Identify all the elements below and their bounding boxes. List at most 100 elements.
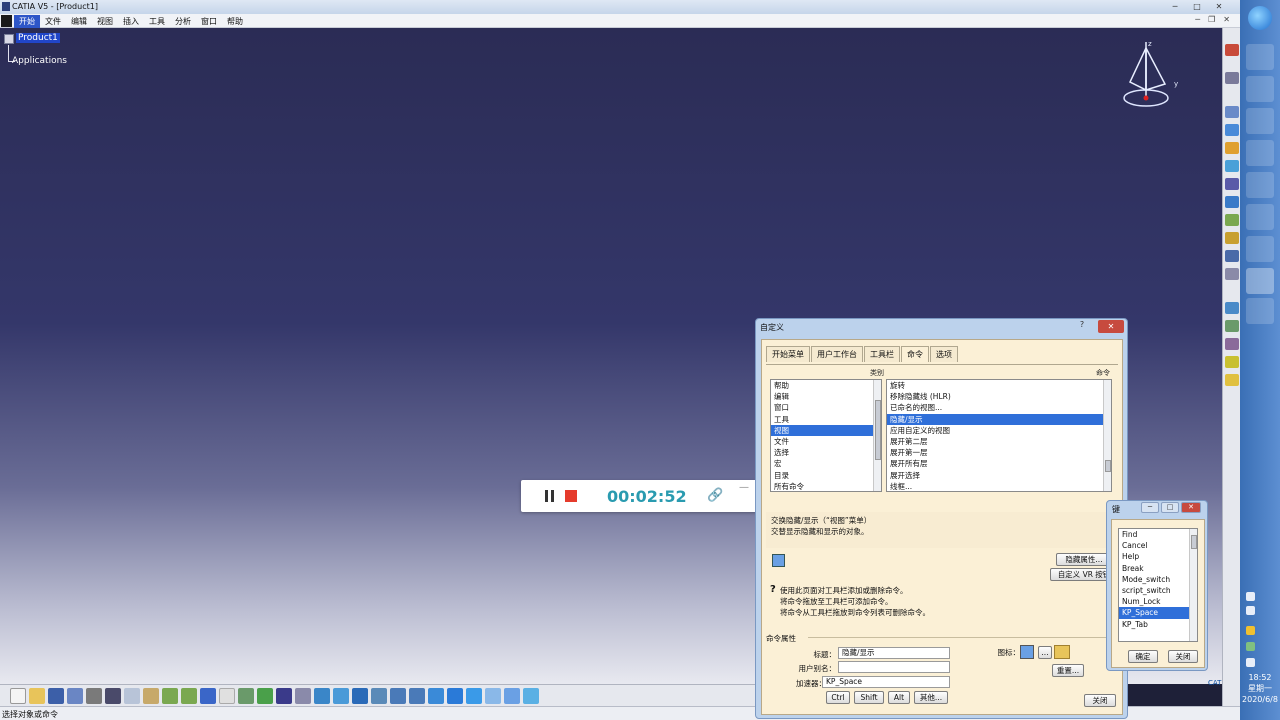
- zoom-out-icon[interactable]: [409, 688, 425, 704]
- category-item[interactable]: 帮助: [771, 380, 881, 391]
- tool-icon-15[interactable]: [1225, 338, 1239, 350]
- taskbar-app-icon[interactable]: [1246, 140, 1274, 166]
- menu-analysis[interactable]: 分析: [170, 15, 196, 28]
- accelerator-field[interactable]: KP_Space: [822, 676, 950, 688]
- key-item[interactable]: Break: [1119, 563, 1197, 574]
- keys-maximize-button[interactable]: □: [1161, 502, 1179, 513]
- tool-icon-10[interactable]: [1225, 232, 1239, 244]
- tool-icon-9[interactable]: [1225, 214, 1239, 226]
- tab-start-menu[interactable]: 开始菜单: [766, 346, 810, 362]
- save-all-icon[interactable]: [67, 688, 83, 704]
- quick-view-icon[interactable]: [447, 688, 463, 704]
- shift-button[interactable]: Shift: [854, 691, 884, 704]
- reset-button[interactable]: 重置...: [1052, 664, 1084, 677]
- menu-view[interactable]: 视图: [92, 15, 118, 28]
- taskbar-explorer-icon[interactable]: [1246, 44, 1274, 70]
- macro-icon[interactable]: [295, 688, 311, 704]
- undo-icon[interactable]: [162, 688, 178, 704]
- taskbar-clock[interactable]: 18:52 星期一 2020/6/8: [1240, 672, 1280, 705]
- command-item[interactable]: 应用自定义的视图: [887, 425, 1111, 436]
- key-item[interactable]: Help: [1119, 551, 1197, 562]
- tree-root-label[interactable]: Product1: [16, 33, 60, 43]
- tool-icon-11[interactable]: [1225, 250, 1239, 262]
- category-item[interactable]: 编辑: [771, 391, 881, 402]
- fly-icon[interactable]: [314, 688, 330, 704]
- swap-visible-space-icon[interactable]: [504, 688, 520, 704]
- menu-insert[interactable]: 插入: [118, 15, 144, 28]
- key-item-selected[interactable]: KP_Space: [1119, 607, 1197, 619]
- pause-icon[interactable]: [545, 490, 554, 502]
- tray-icon-3[interactable]: [1246, 626, 1255, 635]
- category-item[interactable]: 文件: [771, 436, 881, 447]
- taskbar-archive-icon[interactable]: [1246, 108, 1274, 134]
- keys-close-icon[interactable]: ✕: [1181, 502, 1201, 513]
- start-button[interactable]: [1248, 6, 1272, 30]
- keys-scrollbar[interactable]: [1189, 529, 1197, 641]
- category-item-selected[interactable]: 视图: [771, 424, 881, 436]
- key-item[interactable]: script_switch: [1119, 585, 1197, 596]
- stop-icon[interactable]: [565, 490, 577, 502]
- tool-icon-3[interactable]: [1225, 106, 1239, 118]
- close-button[interactable]: ✕: [1212, 1, 1226, 12]
- cut-icon[interactable]: [105, 688, 121, 704]
- help-icon[interactable]: [200, 688, 216, 704]
- pan-icon[interactable]: [352, 688, 368, 704]
- menu-tools[interactable]: 工具: [144, 15, 170, 28]
- tool-icon-2[interactable]: [1225, 72, 1239, 84]
- commands-scrollbar[interactable]: [1103, 380, 1111, 491]
- command-item[interactable]: 旋转: [887, 380, 1111, 391]
- command-item[interactable]: 展开选择: [887, 470, 1111, 481]
- taskbar-catia-icon[interactable]: [1246, 268, 1274, 294]
- print-icon[interactable]: [86, 688, 102, 704]
- link-icon[interactable]: 🔗: [707, 488, 723, 503]
- minimize-button[interactable]: ─: [1168, 1, 1182, 12]
- menu-window[interactable]: 窗口: [196, 15, 222, 28]
- tool-icon-6[interactable]: [1225, 160, 1239, 172]
- command-item[interactable]: 展开第二层: [887, 436, 1111, 447]
- taskbar-draw-icon[interactable]: [1246, 172, 1274, 198]
- user-alias-field[interactable]: [838, 661, 950, 673]
- menu-start[interactable]: 开始: [14, 15, 40, 28]
- tool-icon-4[interactable]: [1225, 124, 1239, 136]
- maximize-button[interactable]: □: [1190, 1, 1204, 12]
- fit-all-icon[interactable]: [333, 688, 349, 704]
- key-item[interactable]: Cancel: [1119, 540, 1197, 551]
- folder-icon[interactable]: [1054, 645, 1070, 659]
- title-field[interactable]: 隐藏/显示: [838, 647, 950, 659]
- shading-icon[interactable]: [466, 688, 482, 704]
- category-item[interactable]: 窗口: [771, 402, 881, 413]
- save-icon[interactable]: [48, 688, 64, 704]
- tray-icon-1[interactable]: [1246, 592, 1255, 601]
- key-item[interactable]: KP_Tab: [1119, 619, 1197, 630]
- taskbar-notes-icon[interactable]: [1246, 204, 1274, 230]
- commands-list[interactable]: 旋转 移除隐藏线 (HLR) 已命名的视图... 隐藏/显示 应用自定义的视图 …: [886, 379, 1112, 492]
- formula-icon[interactable]: [219, 688, 235, 704]
- ctrl-button[interactable]: Ctrl: [826, 691, 850, 704]
- doc-restore-button[interactable]: ❐: [1208, 15, 1215, 24]
- tray-icon-2[interactable]: [1246, 606, 1255, 615]
- category-item[interactable]: 所有命令: [771, 481, 881, 491]
- tray-icon-5[interactable]: [1246, 658, 1255, 667]
- tool-icon-14[interactable]: [1225, 320, 1239, 332]
- improve-view-icon[interactable]: [523, 688, 539, 704]
- hide-show-icon[interactable]: [485, 688, 501, 704]
- taskbar-browser-icon[interactable]: [1246, 76, 1274, 102]
- sensor-icon[interactable]: [257, 688, 273, 704]
- browse-icon-button[interactable]: ...: [1038, 646, 1052, 659]
- command-item[interactable]: 展开第一层: [887, 447, 1111, 458]
- tool-icon-1[interactable]: [1225, 44, 1239, 56]
- keys-ok-button[interactable]: 确定: [1128, 650, 1158, 663]
- category-item[interactable]: 选择: [771, 447, 881, 458]
- menu-file[interactable]: 文件: [40, 15, 66, 28]
- tab-commands[interactable]: 命令: [901, 346, 929, 362]
- customize-close-dialog-button[interactable]: 关闭: [1084, 694, 1116, 707]
- lightbulb-icon[interactable]: [1225, 374, 1239, 386]
- doc-minimize-button[interactable]: ─: [1195, 15, 1200, 24]
- category-item[interactable]: 目录: [771, 470, 881, 481]
- tool-icon-13[interactable]: [1225, 302, 1239, 314]
- key-item[interactable]: Find: [1119, 529, 1197, 540]
- tab-toolbars[interactable]: 工具栏: [864, 346, 900, 362]
- catalog-icon[interactable]: [276, 688, 292, 704]
- help-icon[interactable]: ?: [1074, 320, 1090, 332]
- keys-list[interactable]: Find Cancel Help Break Mode_switch scrip…: [1118, 528, 1198, 642]
